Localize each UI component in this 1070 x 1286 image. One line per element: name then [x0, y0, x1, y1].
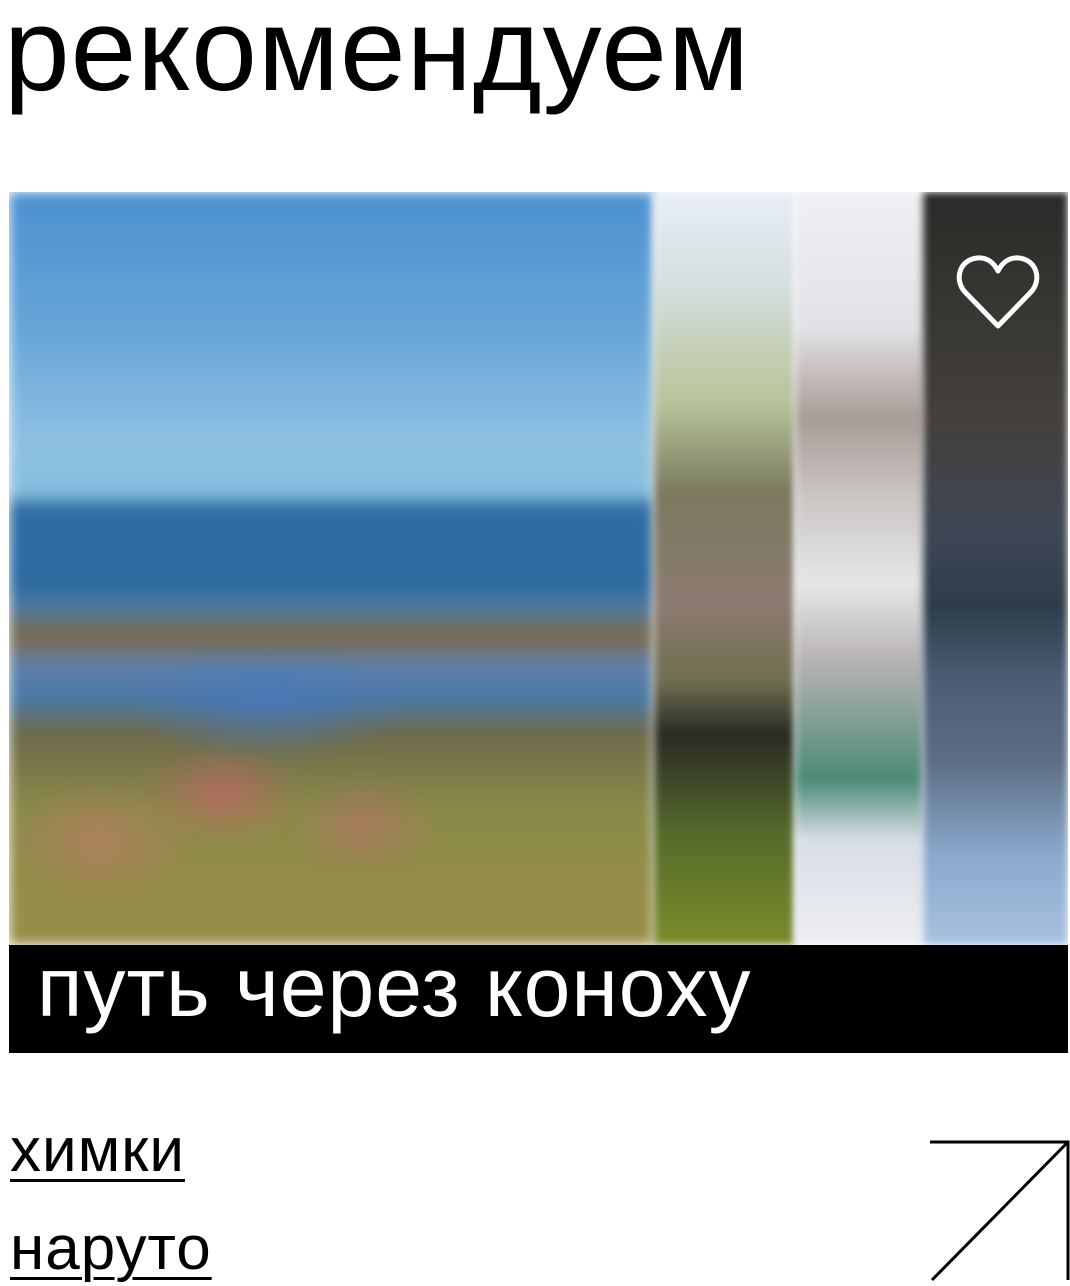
- card-photo-main: [9, 192, 654, 945]
- arrow-up-right-icon[interactable]: [928, 1140, 1070, 1284]
- tag-link-naruto[interactable]: наруто: [10, 1212, 212, 1286]
- tag-link-himki[interactable]: химки: [10, 1114, 185, 1188]
- card-photo-strip: [795, 192, 923, 945]
- card-title: путь через коноху: [37, 945, 752, 1034]
- card-title-bar: путь через коноху: [9, 945, 1068, 1053]
- card-photo-strip: [654, 192, 795, 945]
- section-title: рекомендуем: [4, 0, 751, 116]
- heart-outline-icon[interactable]: [956, 252, 1040, 332]
- recommendation-card[interactable]: путь через коноху: [9, 192, 1068, 1053]
- card-gallery: [9, 192, 1068, 945]
